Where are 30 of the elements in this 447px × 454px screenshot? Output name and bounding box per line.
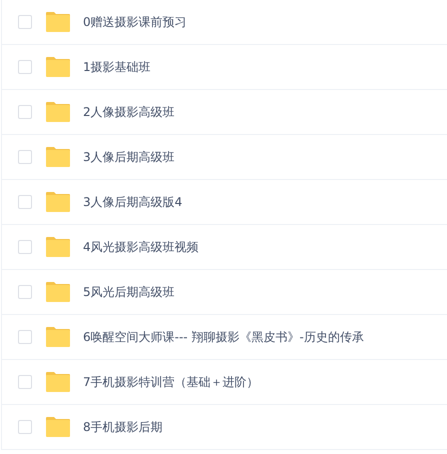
folder-name[interactable]: 6唤醒空间大师课--- 翔聊摄影《黑皮书》-历史的传承	[83, 328, 364, 346]
folder-icon	[45, 101, 71, 123]
folder-name[interactable]: 4风光摄影高级班视频	[83, 238, 199, 256]
checkbox[interactable]	[18, 240, 32, 254]
checkbox[interactable]	[18, 285, 32, 299]
folder-name[interactable]: 1摄影基础班	[83, 58, 151, 76]
checkbox[interactable]	[18, 15, 32, 29]
folder-icon	[45, 11, 71, 33]
checkbox[interactable]	[18, 195, 32, 209]
folder-name[interactable]: 3人像后期高级班	[83, 148, 175, 166]
folder-name[interactable]: 7手机摄影特训营（基础＋进阶）	[83, 373, 259, 391]
folder-icon	[45, 371, 71, 393]
folder-icon	[45, 56, 71, 78]
checkbox[interactable]	[18, 330, 32, 344]
folder-icon	[45, 281, 71, 303]
folder-icon	[45, 416, 71, 438]
checkbox[interactable]	[18, 60, 32, 74]
folder-icon	[45, 191, 71, 213]
checkbox[interactable]	[18, 375, 32, 389]
folder-name[interactable]: 8手机摄影后期	[83, 418, 163, 436]
folder-name[interactable]: 5风光后期高级班	[83, 283, 175, 301]
folder-icon	[45, 326, 71, 348]
folder-icon	[45, 146, 71, 168]
folder-name[interactable]: 0赠送摄影课前预习	[83, 13, 187, 31]
checkbox[interactable]	[18, 150, 32, 164]
folder-icon	[45, 236, 71, 258]
checkbox[interactable]	[18, 420, 32, 434]
folder-name[interactable]: 2人像摄影高级班	[83, 103, 175, 121]
folder-name[interactable]: 3人像后期高级版4	[83, 193, 182, 211]
checkbox[interactable]	[18, 105, 32, 119]
